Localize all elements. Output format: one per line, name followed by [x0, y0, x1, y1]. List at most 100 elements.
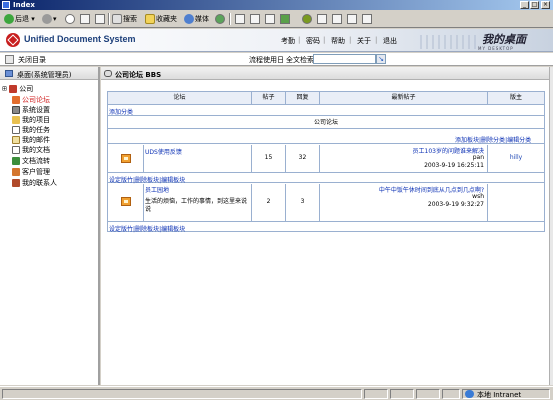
forward-button[interactable]: ▾ [42, 13, 57, 25]
history-icon[interactable] [215, 14, 225, 24]
header-separator: | [375, 36, 378, 44]
header-separator: | [298, 36, 301, 44]
main-content: 公司论坛 BBS 论坛 帖子 回复 最新帖子 版主 添加分类 公司论坛 添加板块… [101, 67, 549, 385]
category-actions-row: 添加板块|删除分类|编辑分类 [108, 130, 544, 144]
edit-icon[interactable] [265, 14, 275, 24]
add-category-row: 添加分类 [108, 106, 544, 116]
sidebar-item-doc-flow[interactable]: 文档流转 [12, 156, 50, 166]
board-actions-row: 设定版竹|删除板块|编辑板块 [108, 223, 544, 233]
sidebar-item-forum[interactable]: 公司论坛 [12, 95, 50, 105]
set-moderator-link[interactable]: 设定版竹 [109, 177, 133, 184]
intranet-zone-icon [465, 390, 474, 398]
header-decoration [420, 35, 480, 49]
discuss-icon[interactable] [280, 14, 290, 24]
board-description: 生活的烦恼，工作的事情，到这里来说说 [145, 198, 248, 213]
category-row: 公司论坛 [108, 117, 544, 129]
sidebar-item-projects[interactable]: 我的项目 [12, 115, 50, 125]
board-replies: 3 [286, 184, 320, 221]
latest-post-author: pan [472, 154, 484, 161]
sidebar-item-contacts[interactable]: 我的联系人 [12, 178, 57, 188]
close-tree-icon[interactable] [5, 55, 14, 64]
board-actions: 设定版竹|删除板块|编辑板块 [109, 226, 186, 233]
desk-title: 我的桌面 [482, 33, 526, 46]
column-header-latest: 最新帖子 [320, 92, 488, 104]
action-bar: 关闭目录 流程使用日 全文检索 ↘ [0, 53, 553, 66]
page-title: 公司论坛 BBS [115, 71, 162, 79]
sidebar-item-settings[interactable]: 系统设置 [12, 105, 50, 115]
forum-icon [12, 96, 20, 104]
latest-post-link[interactable]: 中午中饭午休时间到底从几点到几点啊? [379, 185, 484, 194]
edit-category-link[interactable]: 编辑分类 [507, 137, 531, 144]
calendar-icon[interactable] [362, 14, 372, 24]
system-name: Unified Document System [24, 34, 136, 44]
minimize-button[interactable]: _ [520, 1, 529, 9]
desk-subtitle: MY DESKTOP [478, 46, 514, 51]
board-cell: 员工园地 生活的烦恼，工作的事情，到这里来说说 [144, 184, 252, 221]
settings-icon [12, 106, 20, 114]
edit-board-link[interactable]: 编辑板块 [161, 177, 185, 184]
sidebar-item-documents[interactable]: 我的文档 [12, 145, 50, 155]
full-text-search-label: 全文检索 [286, 56, 314, 64]
latest-post-cell: 中午中饭午休时间到底从几点到几点啊? wsh 2003-9-19 9:32:27 [320, 184, 488, 221]
table-row: 员工园地 生活的烦恼，工作的事情，到这里来说说 2 3 中午中饭午休时间到底从几… [108, 184, 544, 222]
back-arrow-icon [4, 14, 14, 24]
category-name: 公司论坛 [313, 119, 338, 126]
search-input[interactable] [313, 54, 376, 64]
board-name-link[interactable]: 员工园地 [145, 185, 169, 194]
search-go-button[interactable]: ↘ [376, 54, 386, 64]
sidebar-item-company[interactable]: ⊞ 公司 [2, 84, 33, 94]
set-moderator-link[interactable]: 设定版竹 [109, 226, 133, 233]
header-link-password[interactable]: 密码 [306, 36, 320, 46]
media-button[interactable]: 媒体 [184, 13, 209, 25]
header-link-about[interactable]: 关于 [357, 36, 371, 46]
close-window-button[interactable]: × [541, 1, 550, 9]
scrollbar[interactable] [549, 67, 553, 385]
print-icon[interactable] [250, 14, 260, 24]
board-moderator[interactable]: hilly [488, 145, 544, 172]
header-separator: | [349, 36, 352, 44]
browser-icon [2, 1, 10, 9]
header-link-logout[interactable]: 退出 [383, 36, 397, 46]
header-link-attendance[interactable]: 考勤 [281, 36, 295, 46]
add-board-link[interactable]: 添加板块 [455, 137, 479, 144]
maximize-button[interactable]: □ [530, 1, 539, 9]
status-text-pane [2, 389, 362, 399]
header-link-help[interactable]: 帮助 [331, 36, 345, 46]
favorites-button[interactable]: 收藏夹 [145, 13, 177, 25]
latest-post-cell: 员工103岁的问题谁来解决 pan 2003-9-19 16:25:11 [320, 145, 488, 172]
task-icon [12, 126, 20, 134]
stop-button[interactable] [65, 14, 75, 24]
refresh-button[interactable] [80, 14, 90, 24]
sidebar-item-customers[interactable]: 客户管理 [12, 167, 50, 177]
board-moderator[interactable] [488, 184, 544, 221]
close-tree-link[interactable]: 关闭目录 [18, 55, 46, 65]
back-button[interactable]: 后退 ▾ [4, 13, 35, 25]
customer-icon [12, 168, 20, 176]
sidebar-item-mail[interactable]: 我的邮件 [12, 135, 50, 145]
content-header: 公司论坛 BBS [101, 67, 549, 80]
edit-board-link[interactable]: 编辑板块 [161, 226, 185, 233]
tools-icon[interactable] [332, 14, 342, 24]
column-header-replies: 回复 [286, 92, 320, 104]
add-category-link[interactable]: 添加分类 [109, 107, 133, 116]
forum-header-icon [104, 70, 112, 77]
delete-category-link[interactable]: 删除分类 [481, 137, 505, 144]
search-button[interactable]: 搜索 [112, 13, 137, 25]
board-posts: 15 [252, 145, 286, 172]
mail-icon[interactable] [235, 14, 245, 24]
column-header-forum: 论坛 [108, 92, 252, 104]
delete-board-link[interactable]: 删除板块 [135, 226, 159, 233]
media-icon [184, 14, 194, 24]
translate-icon[interactable] [347, 14, 357, 24]
delete-board-link[interactable]: 删除板块 [135, 177, 159, 184]
flow-usage-link[interactable]: 流程使用日 [249, 55, 284, 65]
research-icon[interactable] [317, 14, 327, 24]
home-button[interactable] [95, 14, 105, 24]
board-name-link[interactable]: UDS使用反馈 [145, 147, 182, 156]
app-logo-icon [6, 33, 20, 47]
status-pane [390, 389, 414, 399]
browser-toolbar: 后退 ▾ ▾ 搜索 收藏夹 媒体 [0, 10, 553, 28]
messenger-icon[interactable] [302, 14, 312, 24]
sidebar-item-tasks[interactable]: 我的任务 [12, 125, 50, 135]
expand-toggle-icon[interactable]: ⊞ [2, 86, 7, 93]
